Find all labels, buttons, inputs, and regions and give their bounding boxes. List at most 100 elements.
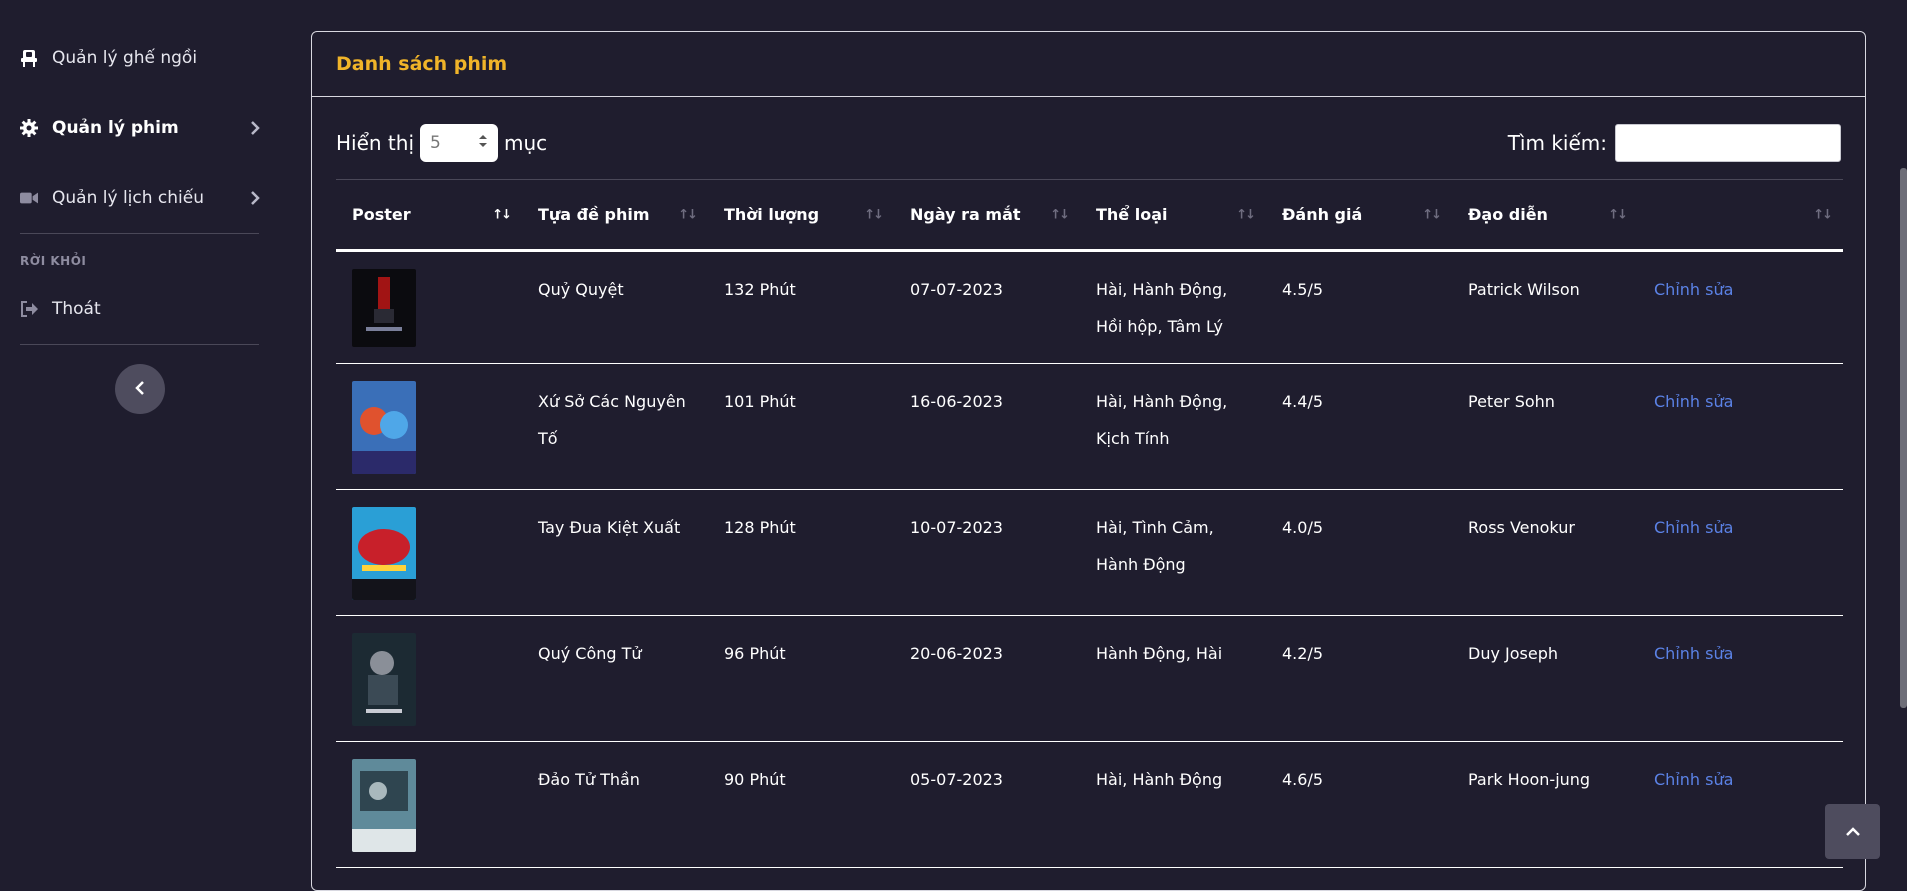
table-header-row: Poster ↑↓ Tựa đề phim ↑↓ Thời lượng ↑↓ Ngày…: [336, 179, 1843, 251]
chevron-right-icon: [250, 190, 260, 209]
back-to-top-button[interactable]: [1825, 804, 1880, 859]
rating-cell: 4.2/5: [1282, 644, 1324, 663]
column-header-genre[interactable]: Thể loại ↑↓: [1080, 180, 1266, 251]
director-cell: Peter Sohn: [1468, 392, 1555, 411]
sort-icon: ↑↓: [1608, 207, 1628, 222]
search-input[interactable]: [1615, 124, 1841, 162]
title-cell: Tay Đua Kiệt Xuất: [538, 518, 681, 537]
release-cell: 16-06-2023: [910, 392, 1003, 411]
sidebar-item-showtimes[interactable]: Quản lý lịch chiếu: [20, 176, 260, 220]
movie-poster[interactable]: [352, 759, 416, 852]
column-header-title[interactable]: Tựa đề phim ↑↓: [522, 180, 708, 251]
duration-cell: 128 Phút: [724, 518, 796, 537]
action-cell: Chỉnh sửa: [1638, 251, 1843, 364]
sort-icon: ↑↓: [864, 207, 884, 222]
sort-asc-icon: ↑↓: [492, 207, 512, 222]
edit-link[interactable]: Chỉnh sửa: [1654, 392, 1733, 411]
title-cell: Đảo Tử Thần: [538, 770, 640, 789]
duration-cell: 132 Phút: [724, 280, 796, 299]
page-length-select[interactable]: 5: [420, 124, 499, 162]
poster-cell: [336, 364, 522, 490]
action-cell: Chỉnh sửa: [1638, 490, 1843, 616]
chevron-up-icon: [1845, 822, 1860, 841]
seat-icon: [20, 49, 38, 67]
movie-list-card: Danh sách phim Hiển thị 5 mục Tìm kiếm: …: [311, 31, 1866, 891]
sidebar-item-label: Thoát: [52, 299, 101, 319]
edit-link[interactable]: Chỉnh sửa: [1654, 644, 1733, 663]
sidebar-item-label: Quản lý ghế ngồi: [52, 48, 198, 68]
column-header-poster[interactable]: Poster ↑↓: [336, 180, 522, 251]
release-cell: 20-06-2023: [910, 644, 1003, 663]
genre-cell: Hài, Hành Động, Hồi hộp, Tâm Lý: [1096, 280, 1228, 336]
page-scrollbar[interactable]: [1900, 0, 1907, 872]
sidebar-toggle-button[interactable]: [115, 364, 165, 414]
column-header-actions[interactable]: ↑↓: [1638, 180, 1843, 251]
table-row: Xứ Sở Các Nguyên Tố 101 Phút 16-06-2023 …: [336, 364, 1843, 490]
title-cell: Xứ Sở Các Nguyên Tố: [538, 392, 686, 448]
sort-icon: ↑↓: [678, 207, 698, 222]
duration-cell: 96 Phút: [724, 644, 786, 663]
rating-cell: 4.5/5: [1282, 280, 1324, 299]
director-cell: Ross Venokur: [1468, 518, 1575, 537]
column-header-duration[interactable]: Thời lượng ↑↓: [708, 180, 894, 251]
rating-cell: 4.4/5: [1282, 392, 1324, 411]
title-cell: Quý Công Tử: [538, 644, 642, 663]
table-row: Đảo Tử Thần 90 Phút 05-07-2023 Hài, Hành…: [336, 742, 1843, 868]
sidebar-item-logout[interactable]: Thoát: [20, 287, 260, 331]
column-header-director[interactable]: Đạo diễn ↑↓: [1452, 180, 1638, 251]
genre-cell: Hài, Hành Động: [1096, 770, 1223, 789]
table-row: Quỷ Quyệt 132 Phút 07-07-2023 Hài, Hành …: [336, 251, 1843, 364]
length-suffix: mục: [504, 131, 548, 155]
sidebar-item-label: Quản lý lịch chiếu: [52, 188, 204, 208]
card-title: Danh sách phim: [336, 53, 508, 75]
sidebar-item-label: Quản lý phim: [52, 118, 179, 138]
movie-table: Poster ↑↓ Tựa đề phim ↑↓ Thời lượng ↑↓ Ngày…: [336, 179, 1843, 868]
column-header-rating[interactable]: Đánh giá ↑↓: [1266, 180, 1452, 251]
sidebar-divider: [20, 233, 259, 234]
movie-poster[interactable]: [352, 269, 416, 347]
sidebar-item-movies[interactable]: Quản lý phim: [20, 106, 260, 150]
director-cell: Patrick Wilson: [1468, 280, 1580, 299]
chevron-left-icon: [135, 380, 145, 399]
action-cell: Chỉnh sửa: [1638, 742, 1843, 868]
movie-poster[interactable]: [352, 507, 416, 600]
poster-cell: [336, 490, 522, 616]
director-cell: Duy Joseph: [1468, 644, 1558, 663]
sign-out-icon: [20, 300, 38, 318]
column-header-release[interactable]: Ngày ra mắt ↑↓: [894, 180, 1080, 251]
sort-icon: ↑↓: [1422, 207, 1442, 222]
release-cell: 07-07-2023: [910, 280, 1003, 299]
table-search: Tìm kiếm:: [1508, 124, 1841, 162]
movie-poster[interactable]: [352, 633, 416, 726]
duration-cell: 101 Phút: [724, 392, 796, 411]
sort-icon: ↑↓: [1236, 207, 1256, 222]
rating-cell: 4.0/5: [1282, 518, 1324, 537]
movie-poster[interactable]: [352, 381, 416, 474]
director-cell: Park Hoon-jung: [1468, 770, 1591, 789]
page-length-value: 5: [430, 133, 441, 153]
edit-link[interactable]: Chỉnh sửa: [1654, 518, 1733, 537]
sort-icon: ↑↓: [1813, 207, 1833, 222]
action-cell: Chỉnh sửa: [1638, 616, 1843, 742]
chevron-right-icon: [250, 120, 260, 139]
edit-link[interactable]: Chỉnh sửa: [1654, 280, 1733, 299]
sidebar-section-heading: RỜI KHỎI: [20, 254, 87, 268]
table-row: Tay Đua Kiệt Xuất 128 Phút 10-07-2023 Hà…: [336, 490, 1843, 616]
genre-cell: Hài, Hành Động, Kịch Tính: [1096, 392, 1228, 448]
sidebar-item-seats[interactable]: Quản lý ghế ngồi: [20, 36, 260, 80]
scrollbar-thumb[interactable]: [1900, 168, 1907, 708]
sidebar-divider: [20, 344, 259, 345]
title-cell: Quỷ Quyệt: [538, 280, 624, 299]
sidebar: Quản lý ghế ngồi Quản lý phim Quản lý lị…: [0, 0, 280, 872]
release-cell: 10-07-2023: [910, 518, 1003, 537]
duration-cell: 90 Phút: [724, 770, 786, 789]
table-row: Quý Công Tử 96 Phút 20-06-2023 Hành Động…: [336, 616, 1843, 742]
poster-cell: [336, 616, 522, 742]
genre-cell: Hài, Tình Cảm, Hành Động: [1096, 518, 1214, 574]
video-icon: [20, 189, 38, 207]
release-cell: 05-07-2023: [910, 770, 1003, 789]
edit-link[interactable]: Chỉnh sửa: [1654, 770, 1733, 789]
length-prefix: Hiển thị: [336, 131, 415, 155]
action-cell: Chỉnh sửa: [1638, 364, 1843, 490]
search-label: Tìm kiếm:: [1507, 131, 1607, 155]
